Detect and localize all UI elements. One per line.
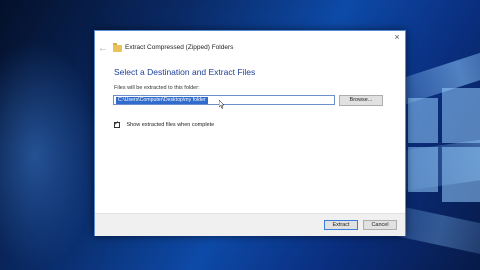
show-files-label: Show extracted files when complete bbox=[126, 121, 215, 128]
dialog-footer: Extract Cancel bbox=[95, 213, 405, 236]
folder-zip-icon bbox=[113, 43, 122, 52]
browse-button[interactable]: Browse... bbox=[339, 95, 383, 106]
desktop-background: ← Extract Compressed (Zipped) Folders × … bbox=[0, 0, 480, 270]
dialog-title: Extract Compressed (Zipped) Folders bbox=[125, 44, 234, 51]
checkmark-icon: ✓ bbox=[114, 120, 120, 127]
windows-logo-icon bbox=[408, 88, 480, 208]
destination-path-value: C:\Users\Computer\Desktop\my folder bbox=[116, 97, 208, 104]
destination-label: Files will be extracted to this folder: bbox=[114, 85, 200, 91]
extract-dialog: ← Extract Compressed (Zipped) Folders × … bbox=[94, 30, 406, 236]
close-icon[interactable]: × bbox=[391, 31, 403, 43]
show-files-checkbox[interactable]: ✓ bbox=[114, 120, 120, 128]
wallpaper-glow bbox=[0, 40, 100, 270]
mouse-cursor-icon bbox=[219, 100, 225, 109]
extract-button[interactable]: Extract bbox=[324, 220, 358, 230]
back-arrow-icon[interactable]: ← bbox=[98, 43, 108, 55]
show-files-option[interactable]: ✓ Show extracted files when complete bbox=[114, 116, 214, 128]
cancel-button[interactable]: Cancel bbox=[363, 220, 397, 230]
dialog-titlebar: ← Extract Compressed (Zipped) Folders × bbox=[95, 31, 405, 67]
dialog-heading: Select a Destination and Extract Files bbox=[114, 67, 256, 77]
